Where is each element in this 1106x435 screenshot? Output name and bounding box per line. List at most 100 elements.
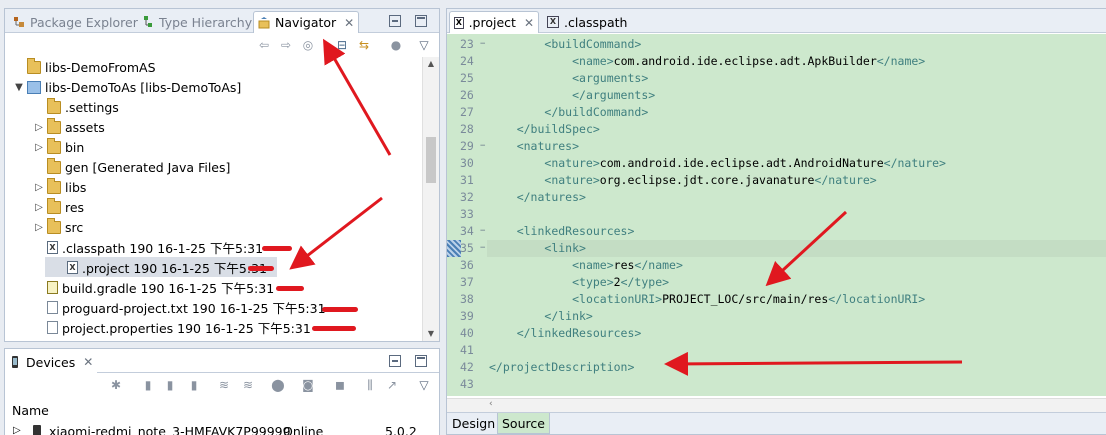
folder-icon bbox=[47, 137, 61, 154]
stop-process-icon[interactable]: ⬤ bbox=[271, 378, 285, 392]
devices-toolbar: ✱ ▮ ▮ ▮ ≋ ≋ ⬤ ◙ ◼ ⫼ ↗ ▽ bbox=[5, 375, 439, 397]
tab-package-explorer[interactable]: Package Explorer bbox=[9, 11, 142, 33]
scroll-down-icon[interactable]: ▼ bbox=[423, 327, 439, 341]
tab-project-file[interactable]: X .project ✕ bbox=[449, 11, 539, 33]
tab-source[interactable]: Source bbox=[497, 413, 550, 434]
link-with-editor-icon[interactable]: ⇆ bbox=[357, 38, 371, 52]
tree-item-label: proguard-project.txt 190 16-1-25 下午5:31 bbox=[62, 300, 326, 316]
update-threads-icon[interactable]: ≋ bbox=[217, 378, 231, 392]
line-number: 27 bbox=[460, 105, 474, 119]
expand-arrow-icon[interactable]: ▷ bbox=[33, 122, 45, 133]
tree-item[interactable]: X .project 190 16-1-25 下午5:31 bbox=[45, 257, 277, 277]
xml-tag: <linkedResources> bbox=[516, 224, 635, 238]
up-icon[interactable]: ◎ bbox=[301, 38, 315, 52]
xml-tag: </linkedResources> bbox=[516, 326, 642, 340]
xml-tag: <type> bbox=[572, 275, 614, 289]
tab-navigator[interactable]: Navigator ✕ bbox=[253, 11, 360, 33]
tab-label: Type Hierarchy bbox=[159, 14, 253, 30]
scrollbar-thumb[interactable] bbox=[426, 137, 436, 183]
xml-text: res bbox=[613, 258, 635, 272]
source-editor[interactable]: 2324 25 26 27 28 2930 31 32 33 343536 37 38 39 40 41 42… bbox=[447, 34, 1106, 396]
phone-icon bbox=[9, 356, 21, 368]
xml-tag: <link> bbox=[544, 241, 586, 255]
scroll-up-icon[interactable]: ▲ bbox=[423, 57, 439, 71]
start-method-profiling-icon[interactable]: ≋ bbox=[241, 378, 255, 392]
xml-tag: </projectDescription> bbox=[489, 360, 635, 374]
tree-item-label: res bbox=[65, 199, 85, 215]
device-row[interactable]: ▷ xiaomi-redmi_note_3-HMFAVK7P99999 Onli… bbox=[5, 423, 439, 435]
tree-item[interactable]: proguard-project.txt 190 16-1-25 下午5:31 bbox=[5, 297, 421, 317]
tab-label: .project bbox=[468, 15, 516, 30]
folder-icon bbox=[27, 57, 41, 74]
tab-devices[interactable]: Devices ✕ bbox=[5, 351, 98, 373]
close-icon[interactable]: ✕ bbox=[344, 16, 354, 30]
systrace-icon[interactable]: ◼ bbox=[333, 378, 347, 392]
expand-arrow-icon[interactable]: ▼ bbox=[13, 82, 25, 93]
opengl-trace-icon[interactable]: ⫼ bbox=[363, 378, 377, 392]
cause-gc-icon[interactable]: ▮ bbox=[187, 378, 201, 392]
minimize-icon[interactable] bbox=[389, 355, 401, 367]
xml-text: com.android.ide.eclipse.adt.ApkBuilder bbox=[613, 54, 877, 68]
maximize-icon[interactable] bbox=[415, 355, 427, 367]
navigator-scrollbar[interactable]: ▲ ▼ bbox=[422, 57, 439, 341]
view-menu-icon[interactable]: ▽ bbox=[417, 38, 431, 52]
tree-item[interactable]: ▼ libs-DemoToAs [libs-DemoToAs] bbox=[5, 77, 421, 97]
view-menu-icon[interactable]: ▽ bbox=[417, 378, 431, 392]
editor-horizontal-scrollbar[interactable]: ‹ bbox=[447, 398, 1106, 412]
tree-item[interactable]: ▷ bin bbox=[5, 137, 421, 157]
filter-icon[interactable]: ● bbox=[389, 38, 403, 52]
tree-item[interactable]: ▷ res bbox=[5, 197, 421, 217]
tree-item[interactable]: gen [Generated Java Files] bbox=[5, 157, 421, 177]
expand-arrow-icon[interactable]: ▷ bbox=[33, 182, 45, 193]
tab-type-hierarchy[interactable]: Type Hierarchy bbox=[138, 11, 256, 33]
screen-capture-icon[interactable]: ◙ bbox=[301, 378, 315, 392]
dump-hprof-icon[interactable]: ▮ bbox=[163, 378, 177, 392]
xml-tag: <name> bbox=[572, 54, 614, 68]
forward-icon[interactable]: ⇨ bbox=[279, 38, 293, 52]
tab-classpath-file[interactable]: X .classpath bbox=[543, 11, 631, 33]
expand-arrow-icon[interactable]: ▷ bbox=[33, 142, 45, 153]
xml-tag: </buildSpec> bbox=[516, 122, 600, 136]
tree-item[interactable]: ▷ src bbox=[5, 217, 421, 237]
debug-icon[interactable]: ✱ bbox=[109, 378, 123, 392]
collapse-all-icon[interactable]: ⊟ bbox=[335, 38, 349, 52]
tree-item[interactable]: .settings bbox=[5, 97, 421, 117]
tree-item[interactable]: libs-DemoFromAS bbox=[5, 57, 421, 77]
xml-tag: <nature> bbox=[544, 173, 600, 187]
close-icon[interactable]: ✕ bbox=[83, 355, 93, 369]
tree-item[interactable]: project.properties 190 16-1-25 下午5:31 bbox=[5, 317, 421, 337]
annotation-redaction bbox=[262, 246, 292, 251]
maximize-icon[interactable] bbox=[415, 15, 427, 27]
minimize-icon[interactable] bbox=[389, 15, 401, 27]
view-hierarchy-icon[interactable]: ↗ bbox=[385, 378, 399, 392]
expand-arrow-icon[interactable]: ▷ bbox=[33, 202, 45, 213]
tab-design[interactable]: Design bbox=[448, 413, 499, 434]
text-file-icon bbox=[47, 320, 58, 334]
device-status: Online bbox=[283, 424, 324, 435]
close-icon[interactable]: ✕ bbox=[524, 16, 534, 30]
code-line: </linkedResources> bbox=[489, 325, 1106, 342]
code-line: </buildCommand> bbox=[489, 104, 1106, 121]
tree-item-label: .project 190 16-1-25 下午5:31 bbox=[82, 260, 267, 276]
update-heap-icon[interactable]: ▮ bbox=[141, 378, 155, 392]
tree-item[interactable]: ▷ libs bbox=[5, 177, 421, 197]
tree-item[interactable]: build.gradle 190 16-1-25 下午5:31 bbox=[5, 277, 421, 297]
expand-arrow-icon[interactable]: ▷ bbox=[33, 222, 45, 233]
scroll-left-icon[interactable]: ‹ bbox=[489, 399, 493, 409]
code-line: </projectDescription> bbox=[489, 359, 1106, 376]
view-tab-bar: Package Explorer Type Hierarchy Navigato… bbox=[5, 9, 439, 33]
back-icon[interactable]: ⇦ bbox=[257, 38, 271, 52]
xml-tag: <locationURI> bbox=[572, 292, 663, 306]
phone-icon bbox=[33, 425, 41, 435]
gradle-file-icon bbox=[47, 280, 58, 294]
tree-item[interactable]: X .classpath 190 16-1-25 下午5:31 bbox=[5, 237, 421, 257]
code-line: <locationURI>PROJECT_LOC/src/main/res</l… bbox=[489, 291, 1106, 308]
tree-item[interactable]: ▷ assets bbox=[5, 117, 421, 137]
expand-arrow-icon[interactable]: ▷ bbox=[13, 425, 21, 435]
xml-tag: <name> bbox=[572, 258, 614, 272]
devices-column-name: Name bbox=[12, 403, 49, 418]
tree-item-label: src bbox=[65, 219, 84, 235]
tree-item-label: libs bbox=[65, 179, 87, 195]
code-line: </link> bbox=[489, 308, 1106, 325]
